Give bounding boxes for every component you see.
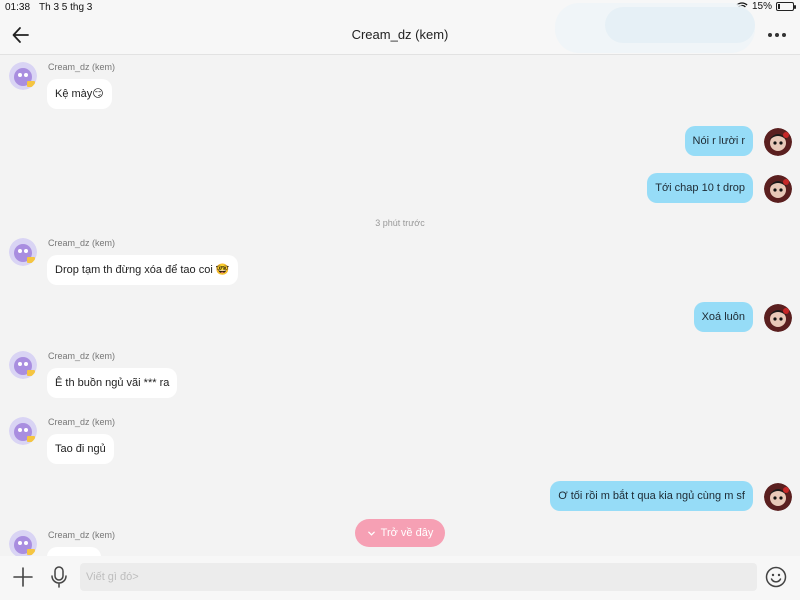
avatar[interactable] [764,128,792,156]
avatar[interactable] [9,351,37,379]
more-options-icon[interactable] [768,27,790,43]
sender-avatar-icon [9,351,37,379]
avatar[interactable] [9,417,37,445]
message-bubble[interactable]: Tao đi ngủ [47,434,114,464]
avatar[interactable] [764,175,792,203]
composer-bar [0,556,800,600]
message-bubble[interactable]: Ê th buồn ngủ vãi *** ra [47,368,178,398]
status-date: Th 3 5 thg 3 [39,2,93,13]
own-avatar-icon [764,128,792,156]
sender-avatar-icon [9,62,37,90]
sender-name: Cream_dz (kem) [48,62,116,72]
own-avatar-icon [764,483,792,511]
chat-header: Cream_dz (kem) [0,3,800,55]
sender-name: Cream_dz (kem) [48,238,116,248]
sender-avatar-icon [9,417,37,445]
message-bubble[interactable]: Kệ mày😏 [47,79,112,109]
plus-icon[interactable] [12,566,34,588]
sender-name: Cream_dz (kem) [48,417,116,427]
avatar[interactable] [9,530,37,556]
message-input[interactable] [80,563,757,591]
sender-name: Cream_dz (kem) [48,351,116,361]
sender-avatar-icon [9,530,37,556]
own-avatar-icon [764,304,792,332]
chat-title: Cream_dz (kem) [351,27,449,42]
sender-avatar-icon [9,238,37,266]
status-time: 01:38 [5,2,31,13]
chevron-down-icon [367,531,375,536]
message-bubble[interactable]: Ơ tối rồi m bắt t qua kia ngủ cùng m sf [550,481,753,511]
timestamp-divider: 3 phút trước [375,218,425,228]
sender-name: Cream_dz (kem) [48,530,116,540]
avatar[interactable] [764,483,792,511]
avatar[interactable] [764,304,792,332]
message-bubble[interactable]: Drop tạm th đừng xóa để tao coi 🤓 [47,255,238,285]
own-avatar-icon [764,175,792,203]
message-bubble[interactable]: Xoá luôn [693,302,753,332]
message-bubble[interactable] [47,547,101,556]
avatar[interactable] [9,238,37,266]
jump-to-latest-button[interactable]: Trở về đây [355,519,445,547]
battery-fill [778,4,780,9]
message-list[interactable]: Cream_dz (kem) Kệ mày😏 Nói r lười r Tới … [0,56,800,556]
jump-to-latest-label: Trở về đây [380,527,434,539]
emoji-icon[interactable] [765,566,787,588]
avatar[interactable] [9,62,37,90]
microphone-icon[interactable] [48,565,70,589]
battery-percent: 15% [751,1,772,12]
message-bubble[interactable]: Nói r lười r [684,126,753,156]
battery-icon [776,2,796,11]
message-bubble[interactable]: Tới chap 10 t drop [647,173,753,203]
